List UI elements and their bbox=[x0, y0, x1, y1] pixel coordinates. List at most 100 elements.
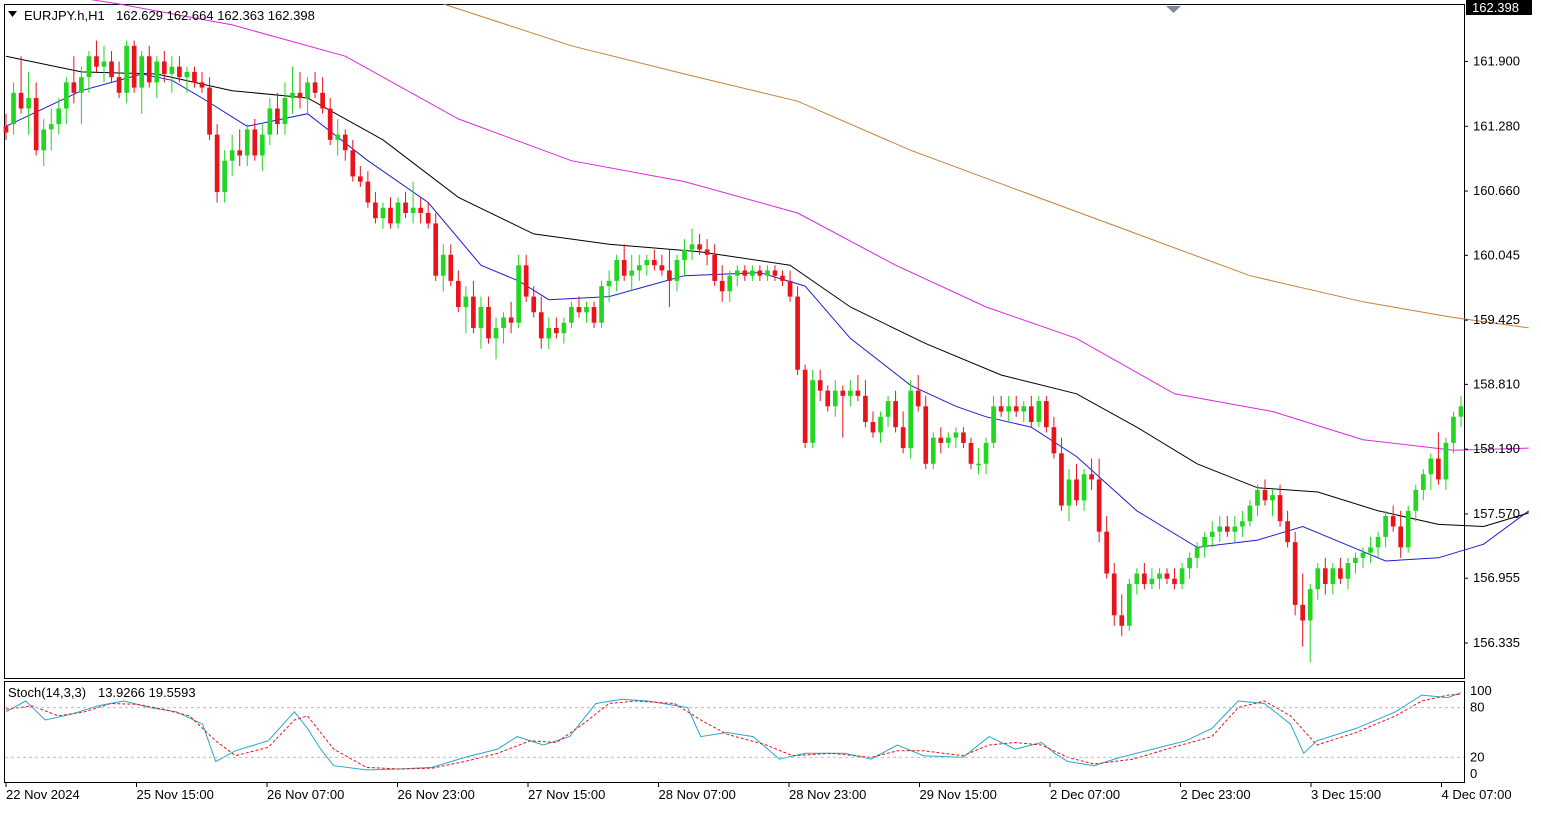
candle-body bbox=[1194, 547, 1200, 558]
candle bbox=[802, 364, 808, 449]
candle bbox=[1126, 578, 1132, 631]
candle-body bbox=[538, 312, 544, 339]
candle-body bbox=[1126, 583, 1132, 626]
candle bbox=[930, 432, 936, 470]
candle-body bbox=[350, 150, 356, 177]
candle bbox=[1405, 505, 1411, 553]
candle-body bbox=[214, 134, 220, 193]
candle-body bbox=[1300, 604, 1306, 621]
candle-body bbox=[750, 270, 755, 276]
candle-body bbox=[342, 134, 348, 151]
candle-body bbox=[1111, 573, 1117, 616]
candle-body bbox=[237, 150, 243, 156]
candle-body bbox=[1292, 542, 1298, 605]
time-axis-label: 28 Nov 23:00 bbox=[789, 787, 866, 802]
candle-body bbox=[523, 265, 529, 297]
candle-body bbox=[584, 307, 589, 313]
candle-body bbox=[825, 390, 831, 407]
candle-body bbox=[998, 406, 1004, 412]
stoch-axis-label: 20 bbox=[1470, 749, 1484, 764]
candle-body bbox=[508, 317, 514, 323]
candle-body bbox=[742, 270, 748, 276]
candle-body bbox=[1345, 563, 1351, 579]
candle-body bbox=[606, 280, 612, 287]
candle bbox=[908, 380, 914, 459]
candle-body bbox=[1436, 458, 1441, 480]
candle-body bbox=[1285, 521, 1290, 543]
candle-body bbox=[772, 270, 778, 276]
candle-body bbox=[561, 322, 567, 334]
candle-body bbox=[659, 265, 665, 271]
candle-body bbox=[1134, 573, 1140, 584]
candle-body bbox=[1209, 531, 1215, 537]
candle-body bbox=[900, 427, 906, 449]
candle-body bbox=[991, 406, 996, 443]
price-axis-label: 161.900 bbox=[1473, 53, 1520, 68]
candle-body bbox=[410, 207, 416, 213]
chart-canvas: 161.900 161.280 160.660 160.045 159.425 158.8… bbox=[3, 0, 1532, 802]
candle-body bbox=[222, 160, 227, 193]
candle-body bbox=[71, 82, 77, 93]
current-price-tag: 162.398 bbox=[1466, 0, 1532, 15]
candle-body bbox=[124, 45, 129, 93]
candle-body bbox=[486, 307, 491, 339]
candle-body bbox=[79, 77, 84, 93]
candle-body bbox=[1028, 406, 1034, 422]
price-tag-text: 162.398 bbox=[1472, 0, 1519, 15]
time-axis-label: 2 Dec 23:00 bbox=[1181, 787, 1251, 802]
chart-window: 161.900 161.280 160.660 160.045 159.425 158.8… bbox=[0, 0, 1541, 811]
candle-body bbox=[199, 82, 205, 88]
candle-body bbox=[878, 416, 883, 433]
candle bbox=[214, 124, 220, 203]
candle-body bbox=[976, 463, 981, 466]
candle-body bbox=[1338, 568, 1343, 579]
time-axis-label: 4 Dec 07:00 bbox=[1442, 787, 1512, 802]
stoch-axis-label: 80 bbox=[1470, 700, 1484, 715]
price-axis-label: 160.660 bbox=[1473, 183, 1520, 198]
candle-body bbox=[1240, 521, 1245, 527]
candle-body bbox=[802, 369, 808, 443]
candle-body bbox=[576, 307, 582, 313]
candle-body bbox=[101, 61, 107, 67]
candle-body bbox=[689, 244, 695, 250]
candle-body bbox=[652, 260, 657, 266]
candle-body bbox=[727, 275, 733, 292]
candle-body bbox=[471, 296, 476, 328]
candle-body bbox=[1142, 573, 1147, 584]
price-axis-label: 156.955 bbox=[1473, 570, 1520, 585]
candle-body bbox=[1247, 505, 1253, 522]
candle bbox=[923, 395, 929, 470]
candle-body bbox=[1398, 526, 1404, 548]
candle-body bbox=[855, 390, 861, 396]
candle-body bbox=[259, 134, 265, 156]
candle-body bbox=[1413, 489, 1419, 511]
candle-body bbox=[968, 442, 974, 464]
price-axis-label: 160.045 bbox=[1473, 247, 1520, 262]
candle bbox=[795, 286, 800, 375]
candle-body bbox=[395, 202, 401, 224]
candle-body bbox=[614, 260, 619, 281]
candle-body bbox=[380, 207, 386, 219]
candle-body bbox=[365, 181, 371, 203]
candle-body bbox=[1232, 526, 1238, 532]
candle-body bbox=[938, 437, 944, 443]
candle-body bbox=[373, 202, 378, 219]
candle bbox=[1292, 531, 1298, 616]
candle-body bbox=[1164, 573, 1170, 579]
price-axis-label: 156.335 bbox=[1473, 635, 1520, 650]
candle-body bbox=[840, 390, 846, 396]
candle-body bbox=[11, 92, 16, 125]
candle-body bbox=[1074, 479, 1079, 501]
candle-body bbox=[553, 327, 559, 334]
candle bbox=[810, 369, 815, 449]
candle-body bbox=[780, 275, 785, 281]
candle-body bbox=[327, 108, 333, 140]
time-axis-label: 26 Nov 07:00 bbox=[267, 787, 344, 802]
candle-body bbox=[433, 223, 439, 276]
candle-body bbox=[1383, 516, 1388, 537]
candle-body bbox=[1157, 573, 1162, 579]
symbol-label: EURJPY.h,H1 bbox=[24, 8, 105, 23]
candle-body bbox=[357, 176, 363, 182]
candle-body bbox=[765, 270, 770, 276]
candle-body bbox=[1119, 615, 1125, 626]
